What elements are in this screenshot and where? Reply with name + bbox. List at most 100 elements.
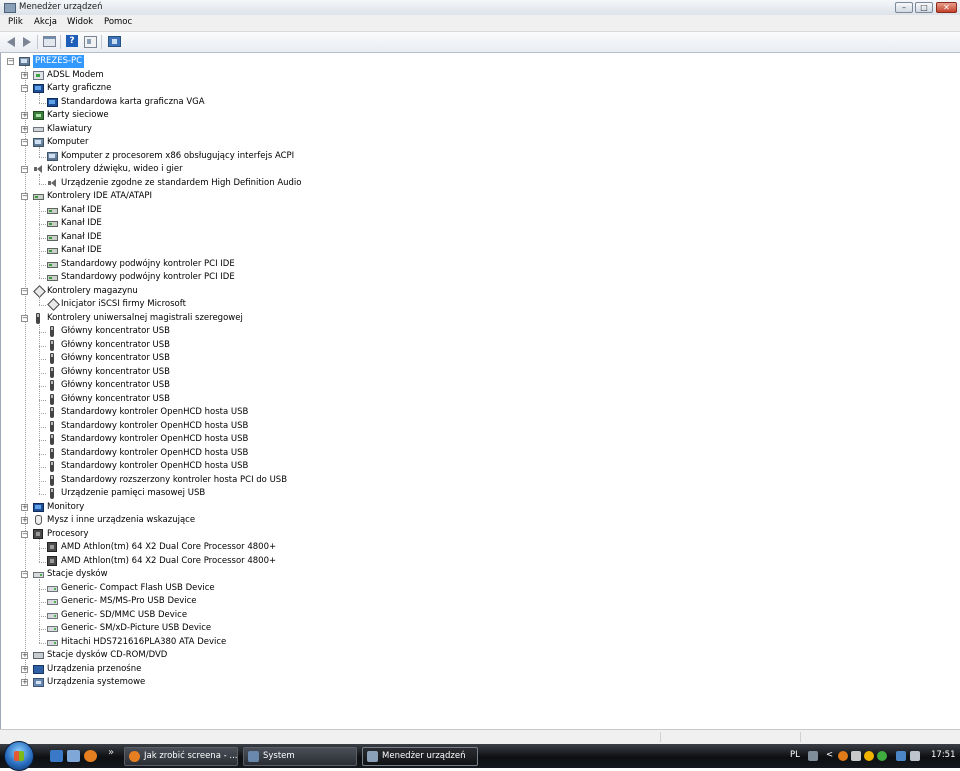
tree-connector <box>39 224 46 225</box>
usb-icon <box>50 488 54 499</box>
collapse-icon[interactable]: − <box>21 193 28 200</box>
menu-widok[interactable]: Widok <box>67 17 93 27</box>
properties-button[interactable] <box>83 35 97 48</box>
usb-icon <box>50 366 54 378</box>
expand-icon[interactable]: + <box>21 517 28 524</box>
menu-pomoc[interactable]: Pomoc <box>104 17 132 27</box>
expand-icon[interactable]: + <box>21 503 28 511</box>
collapse-icon[interactable]: − <box>21 139 28 146</box>
tree-connector <box>39 322 40 494</box>
volume-icon[interactable] <box>910 751 920 761</box>
scan-hardware-button[interactable] <box>107 35 121 48</box>
tree-connector <box>39 251 46 252</box>
tree-label: Karty graficzne <box>47 83 112 93</box>
tree-connector <box>39 629 46 630</box>
toolbar-separator <box>60 35 61 49</box>
tree-connector <box>39 615 46 617</box>
tree-connector <box>39 480 46 482</box>
show-hide-console-tree-button[interactable] <box>42 35 56 48</box>
usb-icon <box>50 434 54 445</box>
device-manager-icon <box>367 751 378 762</box>
tree-label: Klawiatury <box>47 123 92 134</box>
tree-connector <box>39 494 46 495</box>
tree-label: Kanał IDE <box>61 231 102 242</box>
display-icon[interactable] <box>896 751 906 761</box>
collapse-icon[interactable]: − <box>21 287 28 295</box>
taskbar-button-device-manager[interactable]: Menedżer urządzeń <box>362 747 478 766</box>
menu-plik[interactable]: Plik <box>8 17 23 27</box>
help-button[interactable]: ? <box>65 35 79 48</box>
disk-drive-icon <box>47 639 58 646</box>
show-desktop-icon[interactable] <box>50 750 63 762</box>
firefox-icon <box>129 751 140 762</box>
start-button[interactable] <box>4 741 34 771</box>
tree-label: Standardowy kontroler OpenHCD hosta USB <box>61 434 249 444</box>
scan-hardware-icon <box>108 36 121 47</box>
tree-connector <box>39 147 40 157</box>
minimize-button[interactable]: – <box>895 2 913 13</box>
close-button[interactable]: ✕ <box>936 2 957 13</box>
disk-drive-icon <box>47 585 58 592</box>
expand-icon[interactable]: + <box>21 679 28 686</box>
collapse-icon[interactable]: − <box>21 314 28 322</box>
language-indicator[interactable]: PL <box>790 750 800 760</box>
collapse-icon[interactable]: − <box>21 166 28 173</box>
back-button[interactable] <box>4 35 18 48</box>
switch-windows-icon[interactable] <box>67 750 80 762</box>
antivirus-icon[interactable] <box>838 751 848 761</box>
device-tree[interactable]: − PREZES-PC + ADSL Modem − Karty graficzne Sta… <box>0 53 960 729</box>
menu-akcja[interactable]: Akcja <box>34 17 57 27</box>
taskbar-button-label: Menedżer urządzeń <box>382 751 466 761</box>
processor-icon <box>33 528 43 539</box>
tree-label: Standardowy podwójny kontroler PCI IDE <box>61 258 235 269</box>
collapse-icon[interactable]: − <box>7 58 14 65</box>
tree-label: Generic- MS/MS-Pro USB Device <box>61 596 197 606</box>
maximize-button[interactable]: □ <box>915 2 933 13</box>
title-bar[interactable]: Menedżer urządzeń – □ ✕ <box>0 0 960 16</box>
help-icon: ? <box>66 35 78 47</box>
tree-label: Urządzenie zgodne ze standardem High Def… <box>61 177 302 188</box>
firefox-icon[interactable] <box>84 750 97 762</box>
forward-button[interactable] <box>20 35 34 48</box>
ide-controller-icon <box>47 221 58 227</box>
network-icon[interactable] <box>851 751 861 761</box>
tree-connector <box>39 588 46 590</box>
collapse-icon[interactable]: − <box>21 530 28 538</box>
ide-controller-icon <box>47 248 58 254</box>
keyboard-icon <box>33 126 44 132</box>
collapse-icon[interactable]: − <box>21 571 28 578</box>
computer-icon <box>33 138 44 147</box>
expand-icon[interactable]: + <box>21 125 28 133</box>
status-cell <box>800 732 801 742</box>
collapse-icon[interactable]: − <box>21 85 28 92</box>
tree-label: Stacje dysków CD-ROM/DVD <box>47 650 168 660</box>
tree-label: Główny koncentrator USB <box>61 380 170 390</box>
tree-label: Główny koncentrator USB <box>61 339 170 350</box>
taskbar-button-system[interactable]: System <box>243 747 357 766</box>
quick-launch-chevron-icon[interactable]: » <box>108 747 114 758</box>
tree-connector <box>39 426 46 428</box>
tray-expand-icon[interactable]: < <box>826 750 833 760</box>
clock[interactable]: 17:51 <box>931 750 956 760</box>
expand-icon[interactable]: + <box>21 71 28 79</box>
tree-connector <box>39 210 46 212</box>
tree-connector <box>39 538 40 562</box>
expand-icon[interactable]: + <box>21 112 28 119</box>
tree-label: Standardowy kontroler OpenHCD hosta USB <box>61 407 249 417</box>
tree-label: Kanał IDE <box>61 245 102 255</box>
tree-label: Hitachi HDS721616PLA380 ATA Device <box>61 636 227 647</box>
speaker-icon <box>47 178 58 188</box>
tree-label: Główny koncentrator USB <box>61 353 170 363</box>
expand-icon[interactable]: + <box>21 665 28 673</box>
status-green-icon[interactable] <box>877 751 887 761</box>
keyboard-icon[interactable] <box>808 751 818 761</box>
tree-label: Kontrolery IDE ATA/ATAPI <box>47 191 153 201</box>
taskbar-button-firefox[interactable]: Jak zrobić screena - ... <box>124 747 238 766</box>
expand-icon[interactable]: + <box>21 652 28 659</box>
toolbar-separator <box>37 35 38 49</box>
tree-connector <box>39 237 46 239</box>
tree-connector <box>39 201 40 278</box>
gadget-icon[interactable] <box>864 751 874 761</box>
tree-label: Monitory <box>47 501 85 512</box>
tree-label: Standardowa karta graficzna VGA <box>61 96 205 107</box>
